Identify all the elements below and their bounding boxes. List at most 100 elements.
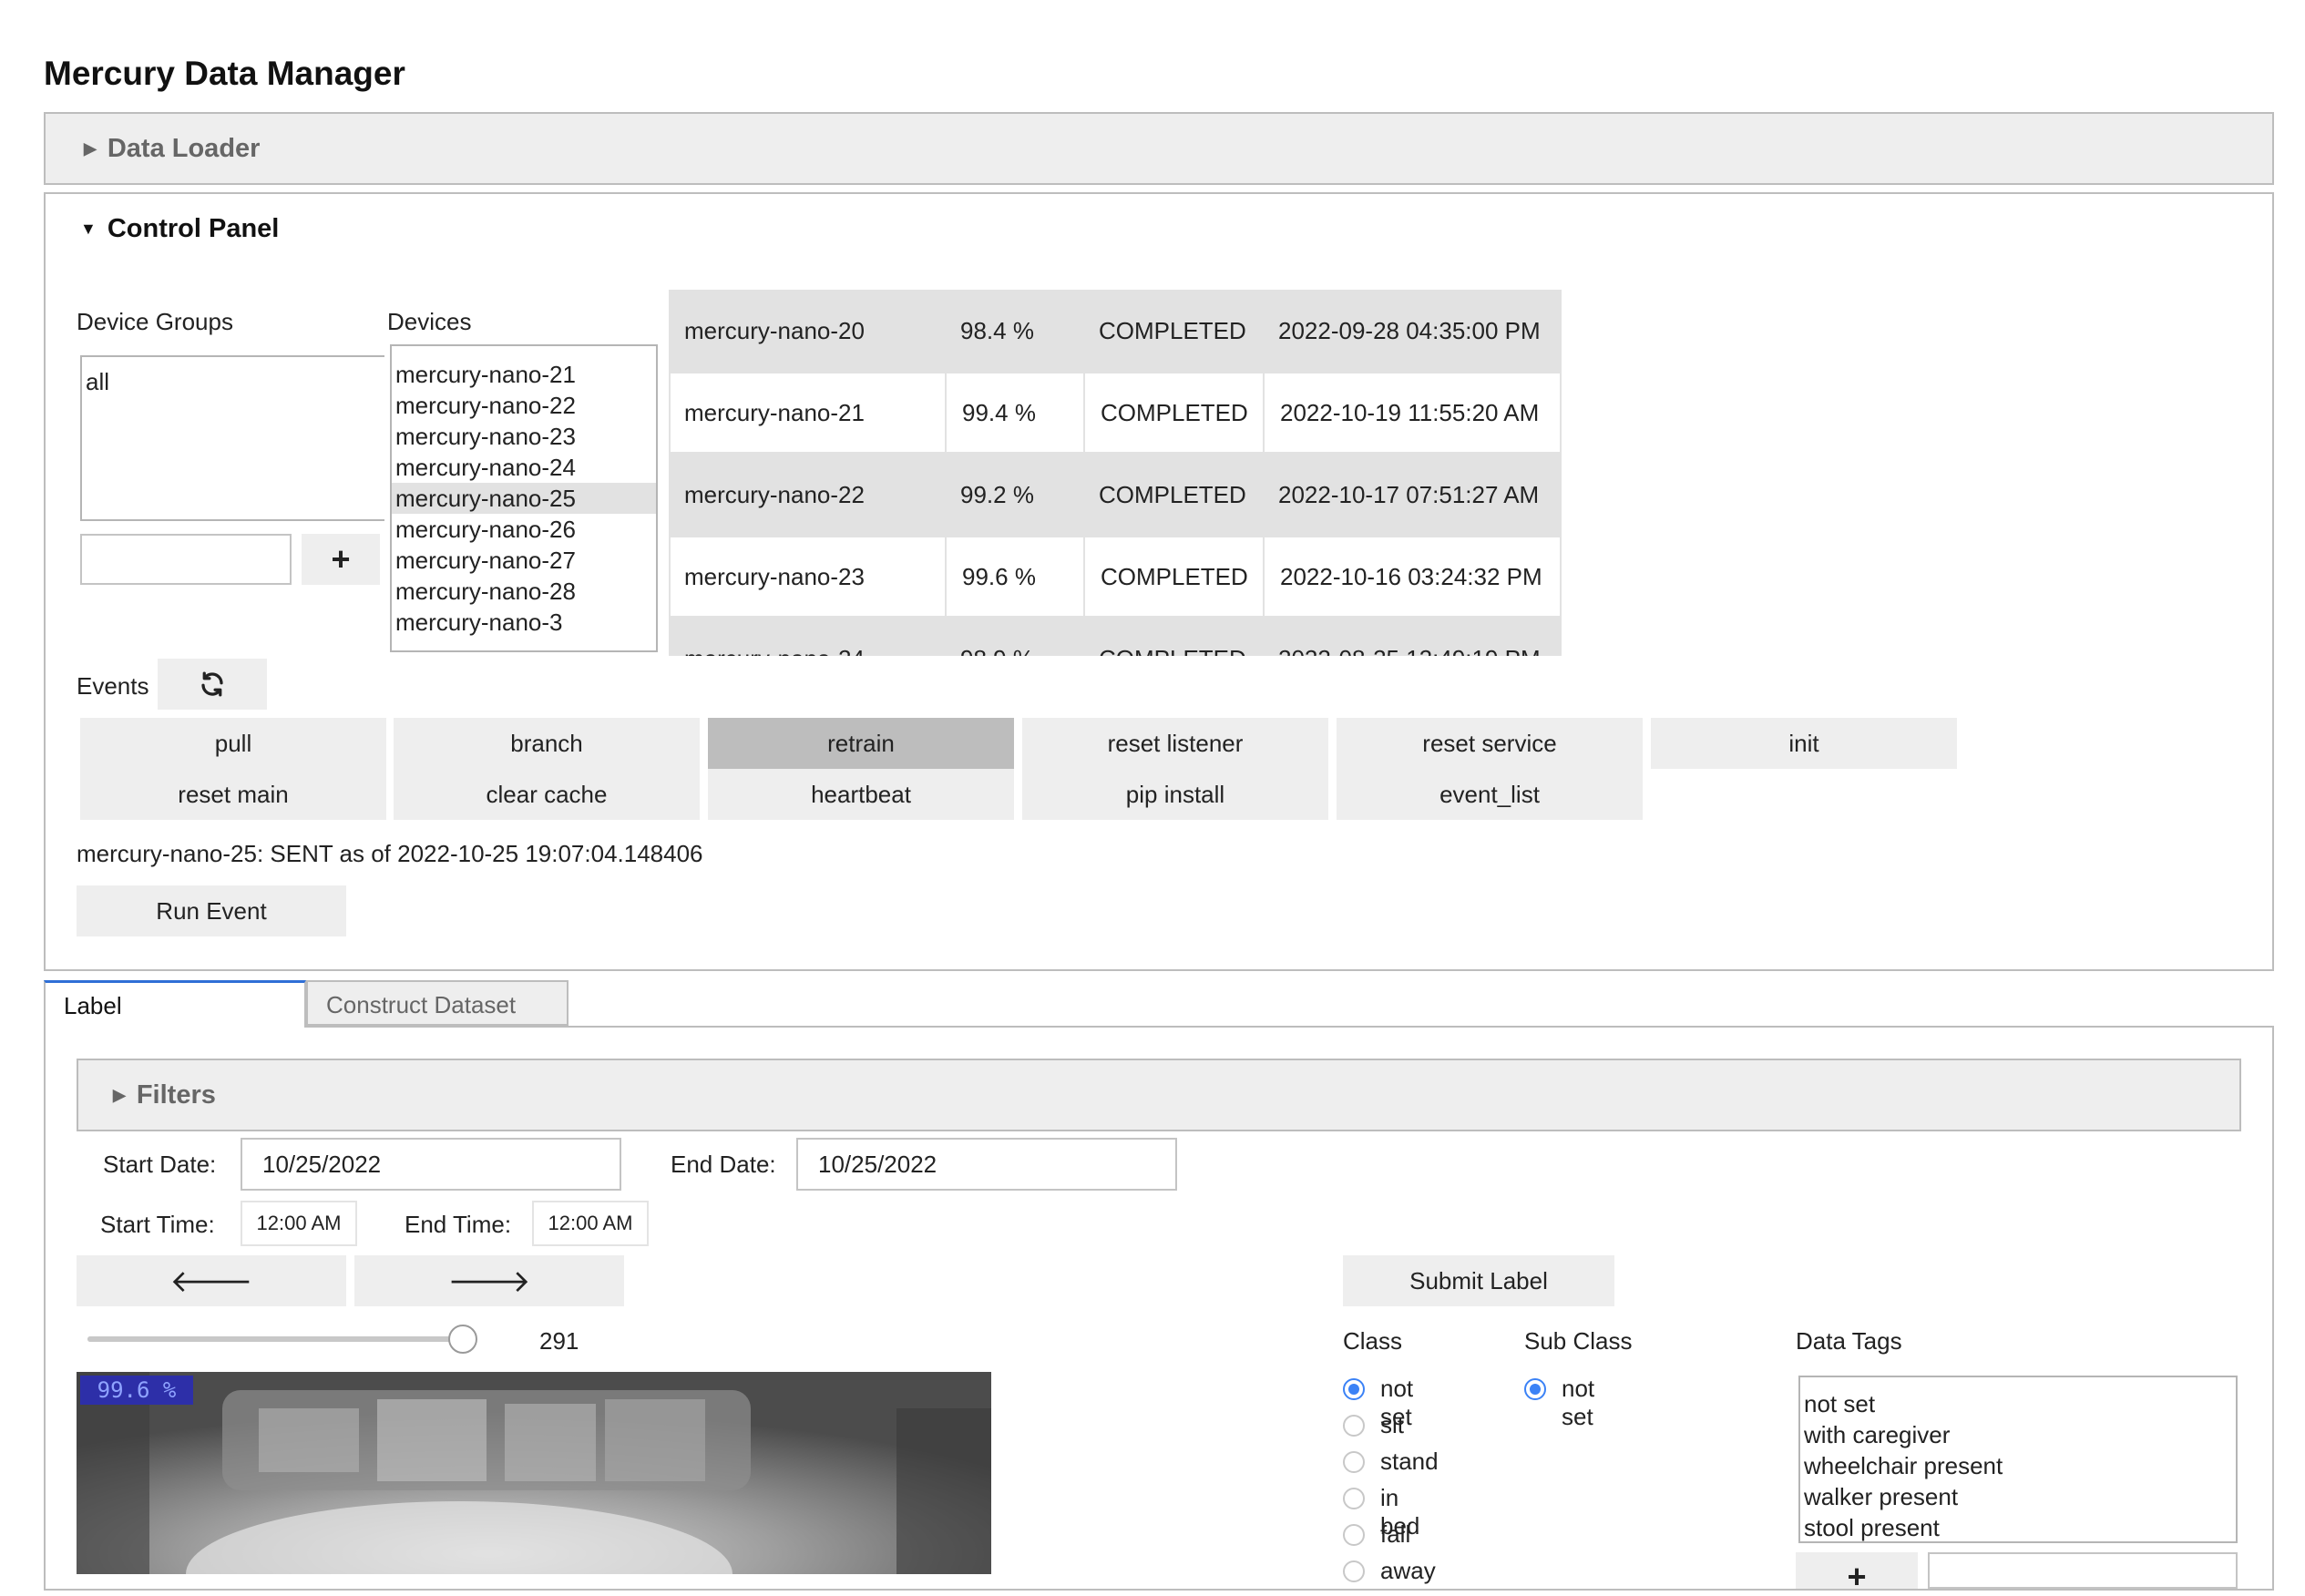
status-table-row: mercury-nano-22 99.2 % COMPLETED 2022-10-17… xyxy=(669,454,1562,536)
status-percent: 99.2 % xyxy=(960,480,1034,508)
run-event-button[interactable]: Run Event xyxy=(77,885,346,936)
event-status-message: mercury-nano-25: SENT as of 2022-10-25 1… xyxy=(77,840,703,867)
device-item[interactable]: mercury-nano-21 xyxy=(392,359,656,390)
data-tag-item[interactable]: stool present xyxy=(1800,1512,2236,1541)
next-button[interactable]: 🡒 xyxy=(354,1255,624,1306)
group-name-input[interactable] xyxy=(80,534,292,585)
filters-title: Filters xyxy=(136,1080,216,1110)
event-button[interactable]: pull xyxy=(80,718,386,769)
device-item[interactable]: mercury-nano-28 xyxy=(392,576,656,607)
frame-slider-track[interactable] xyxy=(87,1336,475,1342)
arrow-left-icon: 🡐 xyxy=(169,1264,253,1299)
status-state: COMPLETED xyxy=(1083,537,1263,616)
event-button[interactable]: pip install xyxy=(1022,769,1328,820)
device-group-item[interactable]: all xyxy=(82,366,384,397)
status-state: COMPLETED xyxy=(1083,373,1263,452)
end-date-value: 10/25/2022 xyxy=(818,1150,937,1178)
data-tag-item[interactable]: with caregiver xyxy=(1800,1419,2236,1450)
end-date-input[interactable]: 10/25/2022 xyxy=(796,1138,1177,1191)
data-loader-title: Data Loader xyxy=(107,134,261,163)
end-time-label: End Time: xyxy=(405,1211,512,1238)
event-button[interactable]: reset main xyxy=(80,769,386,820)
data-loader-accordion[interactable]: ▶ Data Loader xyxy=(44,112,2274,185)
tag-name-input[interactable] xyxy=(1928,1552,2238,1589)
status-state: COMPLETED xyxy=(1099,480,1246,508)
add-tag-button[interactable]: + xyxy=(1796,1552,1918,1595)
status-time: 2022-10-17 07:51:27 AM xyxy=(1278,480,1540,508)
camera-frame-graphic xyxy=(77,1372,991,1574)
devices-label: Devices xyxy=(387,308,472,335)
status-percent: 99.4 % xyxy=(945,373,1083,452)
class-radio[interactable] xyxy=(1343,1560,1365,1582)
status-table-row: mercury-nano-21 99.4 % COMPLETED 2022-10-19… xyxy=(669,372,1562,454)
start-time-input[interactable]: 12:00 AM xyxy=(241,1201,357,1246)
add-group-button[interactable]: + xyxy=(302,534,380,585)
class-radio[interactable] xyxy=(1343,1524,1365,1546)
end-time-input[interactable]: 12:00 AM xyxy=(532,1201,649,1246)
start-date-label: Start Date: xyxy=(103,1151,217,1178)
status-state: COMPLETED xyxy=(1083,618,1263,657)
refresh-events-button[interactable] xyxy=(158,659,267,710)
device-item[interactable]: mercury-nano-24 xyxy=(392,452,656,483)
event-button[interactable]: branch xyxy=(394,718,700,769)
status-percent: 98.9 % xyxy=(945,618,1083,657)
data-tag-item[interactable]: wheelchair present xyxy=(1800,1450,2236,1481)
device-status-table: mercury-nano-20 98.4 % COMPLETED 2022-09-28… xyxy=(669,290,1562,656)
status-percent: 99.6 % xyxy=(945,537,1083,616)
status-device: mercury-nano-23 xyxy=(684,562,865,590)
status-state: COMPLETED xyxy=(1099,316,1246,344)
arrow-right-icon: 🡒 xyxy=(447,1264,531,1299)
device-item[interactable]: mercury-nano-3 xyxy=(392,607,656,638)
start-time-value: 12:00 AM xyxy=(256,1212,342,1234)
class-radio[interactable] xyxy=(1343,1378,1365,1400)
control-panel-title: Control Panel xyxy=(107,214,280,243)
start-date-value: 10/25/2022 xyxy=(262,1150,382,1178)
page-title: Mercury Data Manager xyxy=(44,55,405,92)
status-device: mercury-nano-22 xyxy=(684,480,865,508)
class-radio[interactable] xyxy=(1343,1415,1365,1437)
data-tags-list[interactable]: not set with caregiver wheelchair present w… xyxy=(1798,1376,2238,1543)
tab-label-text: Label xyxy=(64,992,122,1019)
data-tag-item[interactable]: walker present xyxy=(1800,1481,2236,1512)
subclass-radio[interactable] xyxy=(1524,1378,1546,1400)
data-loader-header[interactable]: ▶ Data Loader xyxy=(84,134,260,164)
status-device: mercury-nano-20 xyxy=(684,316,865,344)
class-radio[interactable] xyxy=(1343,1488,1365,1509)
status-table-row: mercury-nano-2498.9 %COMPLETED2022-08-25… xyxy=(669,618,1562,656)
filters-accordion[interactable]: ▶ Filters xyxy=(77,1059,2241,1131)
class-option-label: stand xyxy=(1380,1448,1439,1475)
start-date-input[interactable]: 10/25/2022 xyxy=(241,1138,621,1191)
event-button[interactable]: init xyxy=(1651,718,1957,769)
status-table-row: mercury-nano-20 98.4 % COMPLETED 2022-09-28… xyxy=(669,290,1562,372)
event-button[interactable]: clear cache xyxy=(394,769,700,820)
tab-label[interactable]: Label xyxy=(44,980,306,1028)
event-button[interactable]: retrain xyxy=(708,718,1014,769)
device-item[interactable]: mercury-nano-25 xyxy=(392,483,656,514)
device-item[interactable]: mercury-nano-27 xyxy=(392,545,656,576)
caret-down-icon: ▼ xyxy=(80,220,97,238)
device-item[interactable]: mercury-nano-22 xyxy=(392,390,656,421)
class-radio[interactable] xyxy=(1343,1451,1365,1473)
device-item[interactable]: mercury-nano-26 xyxy=(392,514,656,545)
submit-label-button[interactable]: Submit Label xyxy=(1343,1255,1614,1306)
devices-list[interactable]: mercury-nano-21 mercury-nano-22 mercury-na… xyxy=(390,344,658,652)
frame-slider-handle[interactable] xyxy=(448,1325,478,1354)
device-groups-list[interactable]: all xyxy=(80,355,384,521)
status-table-row: mercury-nano-23 99.6 % COMPLETED 2022-10-16… xyxy=(669,536,1562,618)
data-tag-item[interactable]: not set xyxy=(1800,1388,2236,1419)
event-button[interactable]: reset listener xyxy=(1022,718,1328,769)
tab-construct-dataset[interactable]: Construct Dataset xyxy=(306,980,569,1026)
status-time: 2022-10-19 11:55:20 AM xyxy=(1263,373,1562,452)
event-button[interactable]: reset service xyxy=(1337,718,1643,769)
event-button[interactable]: event_list xyxy=(1337,769,1643,820)
end-date-label: End Date: xyxy=(671,1151,776,1178)
filters-header[interactable]: ▶ Filters xyxy=(113,1080,216,1110)
control-panel-header[interactable]: ▼ Control Panel xyxy=(80,214,279,244)
prev-button[interactable]: 🡐 xyxy=(77,1255,346,1306)
device-item[interactable]: mercury-nano-23 xyxy=(392,421,656,452)
status-time: 2022-10-16 03:24:32 PM xyxy=(1263,537,1562,616)
status-percent: 98.4 % xyxy=(960,316,1034,344)
refresh-icon xyxy=(201,671,223,697)
status-time: 2022-09-28 04:35:00 PM xyxy=(1278,316,1541,344)
event-button[interactable]: heartbeat xyxy=(708,769,1014,820)
